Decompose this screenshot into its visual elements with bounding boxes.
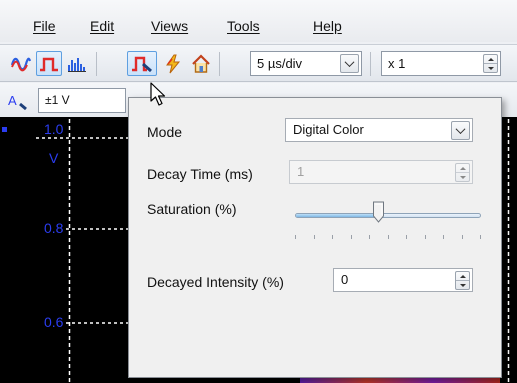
- home-icon: [192, 53, 210, 73]
- y-axis-label-1-0: 1.0: [44, 121, 64, 137]
- saturation-ticks: [295, 235, 481, 241]
- toolbar: 5 µs/div x 1: [0, 44, 517, 82]
- slider-tick: [443, 235, 444, 239]
- mode-select[interactable]: Digital Color: [285, 118, 473, 142]
- slider-tick: [406, 235, 407, 239]
- decayed-intensity-value: 0: [341, 272, 349, 287]
- channel-range-select[interactable]: ±1 V: [38, 88, 126, 113]
- slider-tick: [295, 235, 296, 239]
- saturation-label: Saturation (%): [147, 201, 237, 217]
- multiplier-value: x 1: [388, 56, 406, 71]
- decayed-intensity-field[interactable]: 0: [333, 268, 473, 292]
- persistence-button[interactable]: [36, 51, 62, 76]
- multiplier-spinbox[interactable]: x 1: [381, 51, 501, 76]
- decay-time-label: Decay Time (ms): [147, 166, 253, 182]
- mouse-cursor-icon: [150, 82, 166, 106]
- sine-wave-icon: [11, 57, 31, 71]
- timebase-select[interactable]: 5 µs/div: [250, 51, 362, 76]
- saturation-slider[interactable]: [295, 213, 481, 218]
- saturation-slider-fill: [296, 214, 378, 217]
- slider-tick: [480, 235, 481, 239]
- spin-arrows-icon[interactable]: [455, 271, 470, 290]
- timebase-value: 5 µs/div: [257, 56, 303, 71]
- menu-help[interactable]: Help: [313, 18, 342, 34]
- y-axis-label-0-8: 0.8: [44, 220, 64, 236]
- persistence-options-icon: [132, 56, 152, 72]
- menu-file[interactable]: File: [33, 18, 56, 34]
- menu-tools[interactable]: Tools: [227, 18, 260, 34]
- channel-a-icon: A: [8, 93, 27, 110]
- decayed-intensity-label: Decayed Intensity (%): [147, 274, 284, 290]
- slider-tick: [388, 235, 389, 239]
- persistence-options-popup: Mode Digital Color Decay Time (ms) 1 Sat…: [128, 97, 502, 378]
- channel-range-value: ±1 V: [45, 93, 70, 107]
- lightning-icon: [166, 54, 181, 73]
- slider-tick: [332, 235, 333, 239]
- toolbar-separator: [219, 52, 220, 76]
- svg-text:A: A: [8, 93, 17, 108]
- auto-setup-button[interactable]: [160, 51, 186, 76]
- toolbar-separator: [96, 52, 97, 76]
- decay-time-field: 1: [289, 160, 473, 184]
- slider-tick: [425, 235, 426, 239]
- spin-arrows-icon[interactable]: [483, 54, 498, 73]
- menu-edit[interactable]: Edit: [90, 18, 114, 34]
- scope-mode-button[interactable]: [8, 51, 34, 76]
- chevron-down-icon[interactable]: [340, 54, 359, 73]
- mode-label: Mode: [147, 124, 183, 140]
- y-axis-label-0-6: 0.6: [44, 314, 64, 330]
- channel-a-button[interactable]: A: [6, 90, 30, 112]
- toolbar-separator: [370, 52, 371, 76]
- mode-value: Digital Color: [293, 122, 364, 137]
- spectrum-mode-button[interactable]: [64, 51, 90, 76]
- y-axis-unit: V: [49, 150, 59, 166]
- slider-tick: [462, 235, 463, 239]
- menu-bar: File Edit Views Tools Help: [0, 0, 517, 42]
- saturation-slider-thumb[interactable]: [373, 201, 385, 223]
- decay-time-value: 1: [297, 164, 305, 179]
- chevron-down-icon[interactable]: [451, 121, 470, 140]
- slider-tick: [369, 235, 370, 239]
- slider-tick: [351, 235, 352, 239]
- persistence-options-button[interactable]: [127, 51, 157, 76]
- spectrum-bars-icon: [68, 57, 86, 72]
- square-wave-icon: [40, 57, 58, 71]
- spin-arrows-icon: [455, 163, 470, 182]
- slider-tick: [314, 235, 315, 239]
- menu-views[interactable]: Views: [151, 18, 188, 34]
- default-view-button[interactable]: [188, 51, 214, 76]
